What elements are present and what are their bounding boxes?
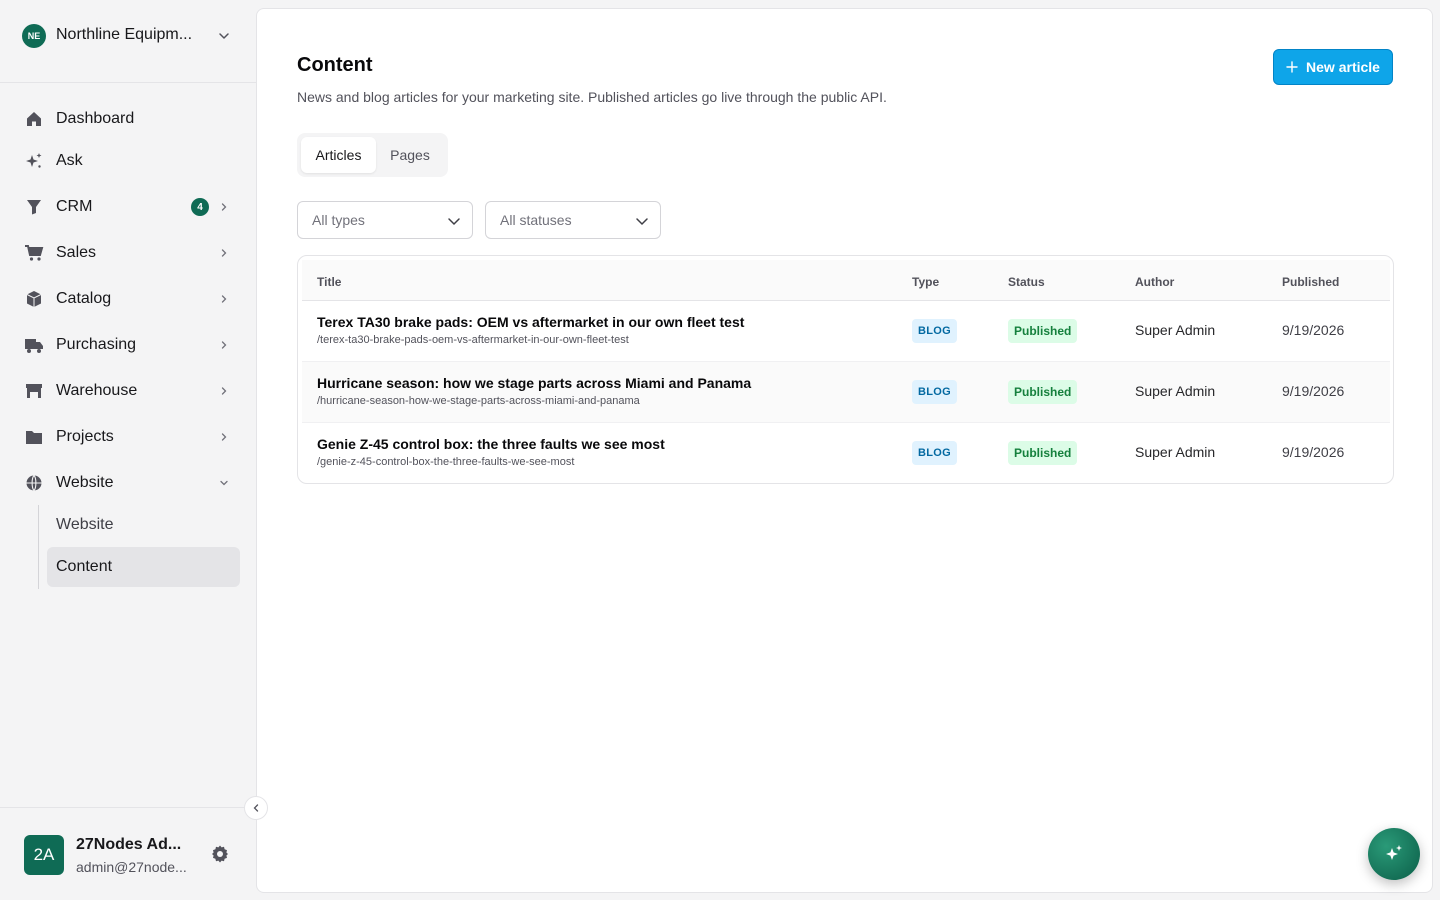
article-published-date: 9/19/2026 — [1282, 322, 1345, 338]
article-title[interactable]: Terex TA30 brake pads: OEM vs aftermarke… — [317, 314, 744, 330]
status-badge: Published — [1008, 380, 1078, 404]
user-name: 27Nodes Ad... — [76, 836, 182, 853]
article-slug: /terex-ta30-brake-pads-oem-vs-aftermarke… — [317, 334, 629, 346]
funnel-icon — [24, 197, 44, 217]
user-email: admin@27node... — [76, 859, 187, 875]
status-filter-value: All statuses — [500, 212, 572, 228]
org-name: Northline Equipm... — [56, 26, 193, 43]
column-header-title[interactable]: Title — [317, 275, 341, 289]
type-badge: BLOG — [912, 380, 957, 404]
folder-icon — [24, 427, 44, 447]
chevron-right-icon — [221, 249, 227, 257]
chevron-right-icon — [221, 295, 227, 303]
plus-icon — [1286, 61, 1298, 73]
sidebar-item-dashboard[interactable]: Dashboard — [16, 99, 240, 139]
chevron-right-icon — [221, 341, 227, 349]
gear-icon[interactable] — [210, 844, 230, 864]
sidebar-item-sales[interactable]: Sales — [16, 233, 240, 273]
sidebar-item-warehouse[interactable]: Warehouse — [16, 371, 240, 411]
article-author: Super Admin — [1135, 383, 1216, 399]
org-avatar: NE — [22, 24, 46, 48]
collapse-sidebar-button[interactable] — [244, 796, 268, 820]
user-menu[interactable]: 2A 27Nodes Ad... admin@27node... — [0, 807, 256, 900]
page-title: Content — [297, 54, 373, 76]
sparkles-icon — [24, 151, 44, 171]
sidebar-item-catalog[interactable]: Catalog — [16, 279, 240, 319]
sidebar-item-purchasing[interactable]: Purchasing — [16, 325, 240, 365]
page-description: News and blog articles for your marketin… — [297, 89, 887, 105]
sidebar-subitem-website[interactable]: Website — [47, 505, 240, 545]
article-slug: /genie-z-45-control-box-the-three-faults… — [317, 456, 575, 468]
type-filter-select[interactable]: All types — [297, 201, 473, 239]
table-row[interactable]: Genie Z-45 control box: the three faults… — [302, 423, 1390, 483]
tab-articles[interactable]: Articles — [301, 137, 376, 173]
article-title[interactable]: Hurricane season: how we stage parts acr… — [317, 375, 751, 391]
type-badge: BLOG — [912, 441, 957, 465]
status-badge: Published — [1008, 319, 1078, 343]
ai-assistant-button[interactable] — [1368, 828, 1420, 880]
sidebar-item-label: Projects — [56, 428, 114, 445]
chevron-down-icon — [448, 218, 460, 226]
sidebar-item-label: Dashboard — [56, 110, 135, 127]
chevron-down-icon — [220, 480, 228, 486]
column-header-author[interactable]: Author — [1135, 275, 1174, 289]
truck-icon — [24, 335, 44, 355]
column-header-type[interactable]: Type — [912, 275, 939, 289]
type-filter-value: All types — [312, 212, 365, 228]
sidebar-item-label: Sales — [56, 244, 97, 261]
chevron-down-icon — [636, 218, 648, 226]
table-row[interactable]: Terex TA30 brake pads: OEM vs aftermarke… — [302, 301, 1390, 362]
sidebar-item-ask[interactable]: Ask — [16, 141, 240, 181]
article-author: Super Admin — [1135, 444, 1216, 460]
sidebar-item-label: Website — [56, 474, 114, 491]
sidebar-item-crm[interactable]: CRM 4 — [16, 187, 240, 227]
chevron-left-icon — [253, 804, 259, 812]
chevron-down-icon — [219, 33, 229, 39]
cart-icon — [24, 243, 44, 263]
type-badge: BLOG — [912, 319, 957, 343]
status-badge: Published — [1008, 441, 1078, 465]
content-tabs: Articles Pages — [297, 133, 448, 177]
article-author: Super Admin — [1135, 322, 1216, 338]
submenu-guide — [38, 505, 39, 589]
article-published-date: 9/19/2026 — [1282, 383, 1345, 399]
chevron-right-icon — [221, 203, 227, 211]
table-header: Title Type Status Author Published — [302, 260, 1390, 301]
column-header-status[interactable]: Status — [1008, 275, 1045, 289]
sidebar-item-website[interactable]: Website — [16, 463, 240, 503]
sidebar-item-projects[interactable]: Projects — [16, 417, 240, 457]
new-article-button[interactable]: New article — [1273, 49, 1393, 85]
table-row[interactable]: Hurricane season: how we stage parts acr… — [302, 362, 1390, 423]
sidebar-item-label: CRM — [56, 198, 93, 215]
status-filter-select[interactable]: All statuses — [485, 201, 661, 239]
sidebar-item-label: Ask — [56, 152, 83, 169]
warehouse-icon — [24, 381, 44, 401]
sidebar: NE Northline Equipm... Dashboard Ask CRM… — [0, 0, 256, 900]
sidebar-subitem-content[interactable]: Content — [47, 547, 240, 587]
article-slug: /hurricane-season-how-we-stage-parts-acr… — [317, 395, 640, 407]
articles-table: Title Type Status Author Published Terex… — [297, 255, 1394, 484]
sidebar-item-label: Warehouse — [56, 382, 138, 399]
org-switcher[interactable]: NE Northline Equipm... — [0, 0, 256, 83]
avatar: 2A — [24, 835, 64, 875]
new-article-label: New article — [1306, 59, 1380, 75]
sidebar-item-label: Purchasing — [56, 336, 137, 353]
article-published-date: 9/19/2026 — [1282, 444, 1345, 460]
article-title[interactable]: Genie Z-45 control box: the three faults… — [317, 436, 665, 452]
chevron-right-icon — [221, 433, 227, 441]
tab-pages[interactable]: Pages — [376, 137, 444, 173]
chevron-right-icon — [221, 387, 227, 395]
sparkles-icon — [1386, 845, 1402, 860]
sidebar-item-label: Catalog — [56, 290, 112, 307]
box-icon — [24, 289, 44, 309]
globe-icon — [24, 473, 44, 493]
main-panel: Content News and blog articles for your … — [256, 8, 1433, 893]
column-header-published[interactable]: Published — [1282, 275, 1339, 289]
crm-count-badge: 4 — [191, 198, 209, 216]
home-icon — [24, 109, 44, 129]
